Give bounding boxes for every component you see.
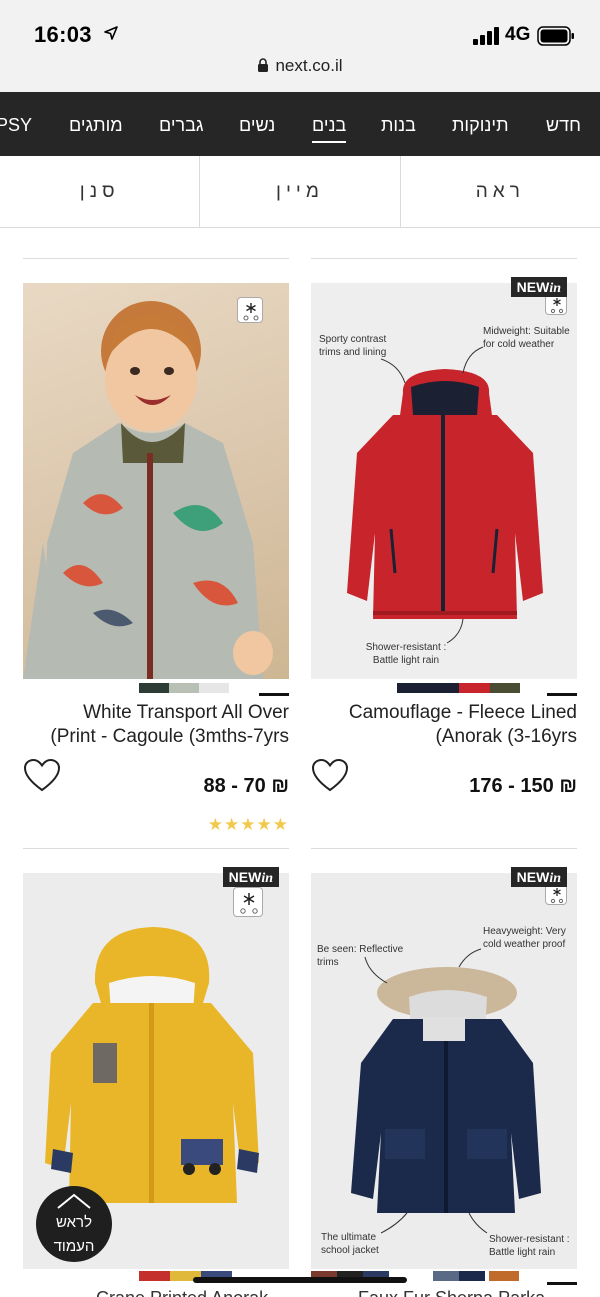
address-bar[interactable]: next.co.il bbox=[0, 56, 600, 84]
product-price: 88 - 70 ₪ bbox=[203, 775, 290, 797]
new-in-badge: NEWin bbox=[222, 867, 279, 887]
product-image[interactable]: Be seen: Reflective trims Heavyweight: V… bbox=[311, 873, 577, 1269]
status-time: 16:03 bbox=[34, 22, 92, 47]
rating-stars: ★★★★★ bbox=[207, 815, 289, 834]
color-swatch[interactable] bbox=[169, 683, 199, 693]
color-swatch[interactable] bbox=[139, 1271, 170, 1281]
sort-button[interactable]: מיין bbox=[200, 156, 401, 228]
color-swatch[interactable] bbox=[433, 1271, 459, 1281]
divider bbox=[311, 258, 577, 259]
sort-filter-bar: סנן מיין ראה bbox=[0, 156, 600, 228]
nav-item-partial[interactable]: PSY bbox=[0, 92, 32, 156]
category-nav: חדש תינוקות בנות בנים נשים גברים מותגים … bbox=[0, 92, 600, 156]
more-colors-indicator bbox=[547, 1282, 577, 1285]
filter-button[interactable]: סנן bbox=[0, 156, 201, 228]
product-title-partial[interactable]: Faux Fur Sherpa Parka bbox=[358, 1288, 545, 1297]
nav-item-boys[interactable]: בנים bbox=[312, 92, 347, 156]
divider bbox=[23, 848, 289, 849]
back-to-top-button[interactable]: לראש העמוד bbox=[36, 1186, 112, 1262]
back-to-top-label: העמוד bbox=[53, 1238, 95, 1255]
color-swatch[interactable] bbox=[428, 683, 459, 693]
more-colors-indicator bbox=[259, 693, 289, 696]
product-card[interactable]: White Transport All Over (Print - Cagoul… bbox=[23, 283, 289, 843]
winter-weather-icon bbox=[237, 297, 263, 323]
color-swatch[interactable] bbox=[199, 683, 229, 693]
color-swatch[interactable] bbox=[489, 1271, 519, 1281]
nav-item-brands[interactable]: מותגים bbox=[69, 92, 123, 156]
heart-icon[interactable] bbox=[23, 759, 61, 793]
product-price: 176 - 150 ₪ bbox=[469, 775, 577, 797]
product-title-line1[interactable]: White Transport All Over bbox=[83, 701, 289, 725]
color-swatch[interactable] bbox=[459, 1271, 485, 1281]
view-button[interactable]: ראה bbox=[401, 156, 600, 228]
product-title-partial[interactable]: Crane Printed Anorak bbox=[96, 1288, 268, 1297]
annotation-leaders bbox=[380, 346, 484, 644]
nav-item-men[interactable]: גברים bbox=[159, 92, 204, 156]
location-arrow-icon bbox=[104, 26, 118, 40]
network-type: 4G bbox=[505, 24, 531, 45]
battery-icon bbox=[537, 26, 574, 46]
home-indicator bbox=[193, 1277, 407, 1283]
product-title-line2[interactable]: (Print - Cagoule (3mths-7yrs bbox=[50, 725, 289, 749]
product-title-line2[interactable]: (Anorak (3-16yrs bbox=[436, 725, 578, 749]
color-swatch[interactable] bbox=[139, 683, 169, 693]
back-to-top-label: לראש bbox=[55, 1214, 93, 1231]
status-bar: 16:03 4G next.co.il bbox=[0, 0, 600, 92]
product-title-line1[interactable]: Camouflage - Fleece Lined bbox=[349, 701, 577, 725]
product-card[interactable]: Sporty contrast trims and lining Midweig… bbox=[311, 277, 578, 803]
color-swatch[interactable] bbox=[490, 683, 520, 693]
color-swatch[interactable] bbox=[397, 683, 428, 693]
annotation-leaders bbox=[364, 948, 488, 1234]
nav-item-new[interactable]: חדש bbox=[546, 92, 581, 156]
more-colors-indicator bbox=[547, 693, 577, 696]
heart-icon[interactable] bbox=[311, 759, 349, 793]
new-in-badge: NEWin bbox=[510, 277, 567, 297]
kid-cagoule-illustration bbox=[23, 301, 273, 679]
product-card[interactable]: Be seen: Reflective trims Heavyweight: V… bbox=[311, 867, 577, 1293]
color-swatch[interactable] bbox=[459, 683, 490, 693]
lock-icon bbox=[258, 58, 269, 72]
nav-item-women[interactable]: נשים bbox=[239, 92, 275, 156]
product-image[interactable]: Sporty contrast trims and lining Midweig… bbox=[311, 283, 577, 679]
url-text: next.co.il bbox=[275, 56, 343, 75]
chevron-up-icon bbox=[57, 1193, 91, 1209]
nav-item-girls[interactable]: בנות bbox=[381, 92, 416, 156]
winter-weather-icon bbox=[233, 887, 263, 917]
new-in-badge: NEWin bbox=[510, 867, 567, 887]
divider bbox=[311, 848, 577, 849]
nav-item-baby[interactable]: תינוקות bbox=[452, 92, 509, 156]
product-image[interactable] bbox=[23, 283, 289, 679]
divider bbox=[23, 258, 289, 259]
cellular-signal-icon bbox=[473, 27, 499, 45]
